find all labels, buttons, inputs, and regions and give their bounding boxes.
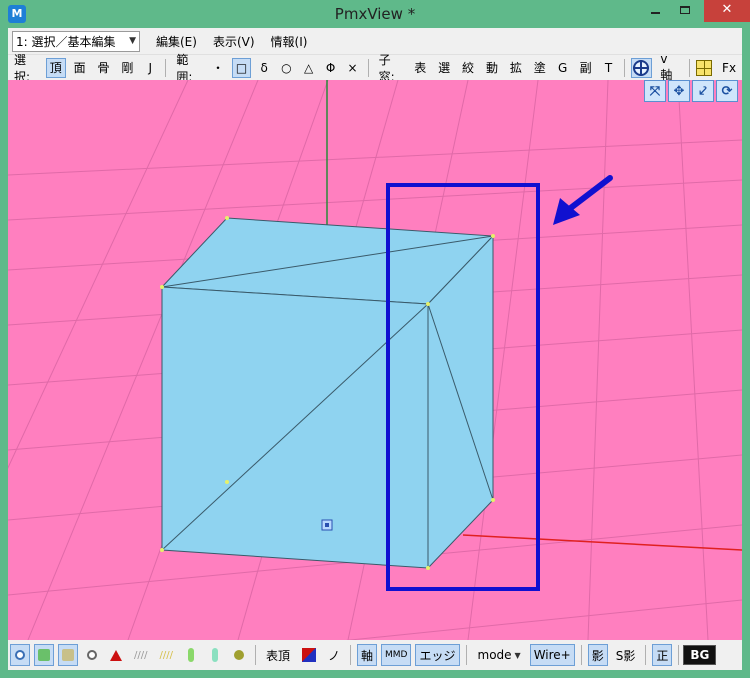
show-bone-point-toggle[interactable] (82, 644, 102, 666)
toolbar-divider (580, 645, 582, 665)
child-select-button[interactable]: 選 (434, 58, 454, 78)
child-scale-button[interactable]: 拡 (506, 58, 526, 78)
cube-model[interactable] (160, 216, 495, 570)
child-table-button[interactable]: 表 (410, 58, 430, 78)
pan-view-icon[interactable]: ✥ (668, 80, 690, 102)
range-delta-button[interactable]: δ (255, 58, 273, 78)
vertex-dot-icon (15, 650, 25, 660)
maximize-icon (680, 5, 690, 14)
morph-icon (211, 648, 218, 662)
axis-toggle-button[interactable] (630, 57, 653, 78)
crosshair-icon (633, 59, 650, 76)
physics-icon (233, 650, 244, 660)
weight-icon (38, 649, 50, 661)
child-t-button[interactable]: T (600, 58, 618, 78)
orthographic-toggle[interactable]: 正 (652, 644, 673, 666)
select-bone-button[interactable]: 骨 (94, 58, 114, 78)
show-material-toggle[interactable] (58, 644, 78, 666)
show-bone-toggle[interactable] (106, 644, 126, 666)
range-rect-button[interactable]: □ (231, 57, 252, 78)
app-window: M PmxView * ✕ 1: 選択／基本編集 ▼ 編集(E) 表示(V) 情… (0, 0, 750, 678)
menu-view[interactable]: 表示(V) (213, 33, 255, 50)
show-morph-toggle[interactable] (205, 644, 225, 666)
show-rigid-toggle[interactable]: //// (130, 644, 151, 666)
show-vertex-toggle[interactable] (10, 644, 30, 666)
toolbar-divider (367, 58, 369, 77)
toolbar-divider (165, 58, 167, 77)
menu-info[interactable]: 情報(I) (271, 33, 308, 50)
bone-point-icon (87, 650, 97, 660)
show-ik-toggle[interactable] (181, 644, 201, 666)
range-point-button[interactable]: ・ (208, 58, 228, 78)
mmd-toggle[interactable]: MMD (381, 644, 412, 666)
close-icon: ✕ (721, 2, 733, 17)
toolbar-divider (645, 645, 647, 665)
range-triangle-button[interactable]: △ (300, 58, 318, 78)
title-bar: M PmxView * ✕ (0, 0, 750, 28)
main-toolbar: 選択: 頂 面 骨 剛 J 範囲: ・ □ δ ○ △ Φ × 子窓: 表 選 … (8, 52, 742, 84)
joint-icon: //// (159, 649, 173, 661)
select-joint-button[interactable]: J (141, 58, 159, 78)
rigid-icon: //// (134, 649, 148, 661)
display-toolbar: //// //// 表頂 ノ 軸 MMD エッジ mode ▼ Wire+ 影 … (8, 640, 742, 670)
v-axis-button[interactable]: v軸 (656, 52, 683, 82)
select-rigid-button[interactable]: 剛 (117, 58, 137, 78)
background-toggle[interactable]: BG (683, 645, 717, 665)
shadow-toggle[interactable]: 影 (587, 644, 608, 666)
range-phi-button[interactable]: Φ (322, 58, 340, 78)
chevron-down-icon: ▼ (514, 650, 521, 660)
edit-mode-value: 1: 選択／基本編集 (16, 34, 116, 49)
zoom-view-icon[interactable]: ⤦ (692, 80, 714, 102)
range-clear-button[interactable]: × (344, 58, 362, 78)
close-button[interactable]: ✕ (704, 0, 750, 22)
material-icon (62, 649, 74, 661)
menu-edit[interactable]: 編集(E) (156, 33, 197, 50)
minimize-icon (650, 11, 660, 14)
grid-icon[interactable] (696, 59, 713, 76)
toolbar-divider (689, 58, 691, 77)
3d-viewport[interactable]: ⤧ ✥ ⤦ ⟳ (8, 80, 742, 640)
annotation-arrow (553, 175, 613, 225)
show-joint-toggle[interactable]: //// (155, 644, 176, 666)
axis-display-toggle[interactable]: 軸 (357, 644, 378, 666)
viewport-canvas (8, 80, 742, 640)
child-filter-button[interactable]: 絞 (458, 58, 478, 78)
fx-button[interactable]: Fx (718, 58, 740, 78)
select-vertex-button[interactable]: 頂 (45, 57, 66, 78)
ik-icon (187, 648, 194, 662)
self-shadow-toggle[interactable]: S影 (612, 644, 640, 666)
rotate-view-icon[interactable]: ⤧ (644, 80, 666, 102)
view-navigation-tools: ⤧ ✥ ⤦ ⟳ (642, 80, 738, 102)
child-group-button[interactable]: G (554, 58, 572, 78)
no-toggle[interactable]: ノ (324, 644, 344, 666)
window-title: PmxView * (334, 5, 416, 23)
child-move-button[interactable]: 動 (482, 58, 502, 78)
wireframe-toggle[interactable]: Wire+ (529, 644, 575, 666)
minimize-button[interactable] (640, 0, 670, 22)
toolbar-divider (623, 58, 625, 77)
toolbar-divider (465, 645, 467, 665)
show-weight-toggle[interactable] (34, 644, 54, 666)
reset-view-icon[interactable]: ⟳ (716, 80, 738, 102)
show-physics-toggle[interactable] (229, 644, 249, 666)
edge-toggle[interactable]: エッジ (415, 644, 460, 666)
color-swatch-button[interactable] (298, 644, 320, 666)
menu-bar: 1: 選択／基本編集 ▼ 編集(E) 表示(V) 情報(I) (8, 28, 742, 54)
surface-vertex-toggle[interactable]: 表頂 (262, 644, 294, 666)
toolbar-divider (254, 645, 256, 665)
range-circle-button[interactable]: ○ (277, 58, 295, 78)
render-mode-dropdown[interactable]: mode ▼ (473, 644, 526, 666)
edit-mode-select[interactable]: 1: 選択／基本編集 ▼ (12, 30, 140, 52)
select-face-button[interactable]: 面 (70, 58, 90, 78)
maximize-button[interactable] (670, 0, 700, 22)
color-swatch-icon (301, 648, 316, 662)
child-sub-button[interactable]: 副 (576, 58, 596, 78)
bone-icon (110, 649, 122, 661)
toolbar-divider (678, 645, 680, 665)
child-paint-button[interactable]: 塗 (530, 58, 550, 78)
toolbar-divider (350, 645, 351, 665)
chevron-down-icon: ▼ (129, 36, 136, 46)
render-mode-label: mode (477, 648, 512, 662)
